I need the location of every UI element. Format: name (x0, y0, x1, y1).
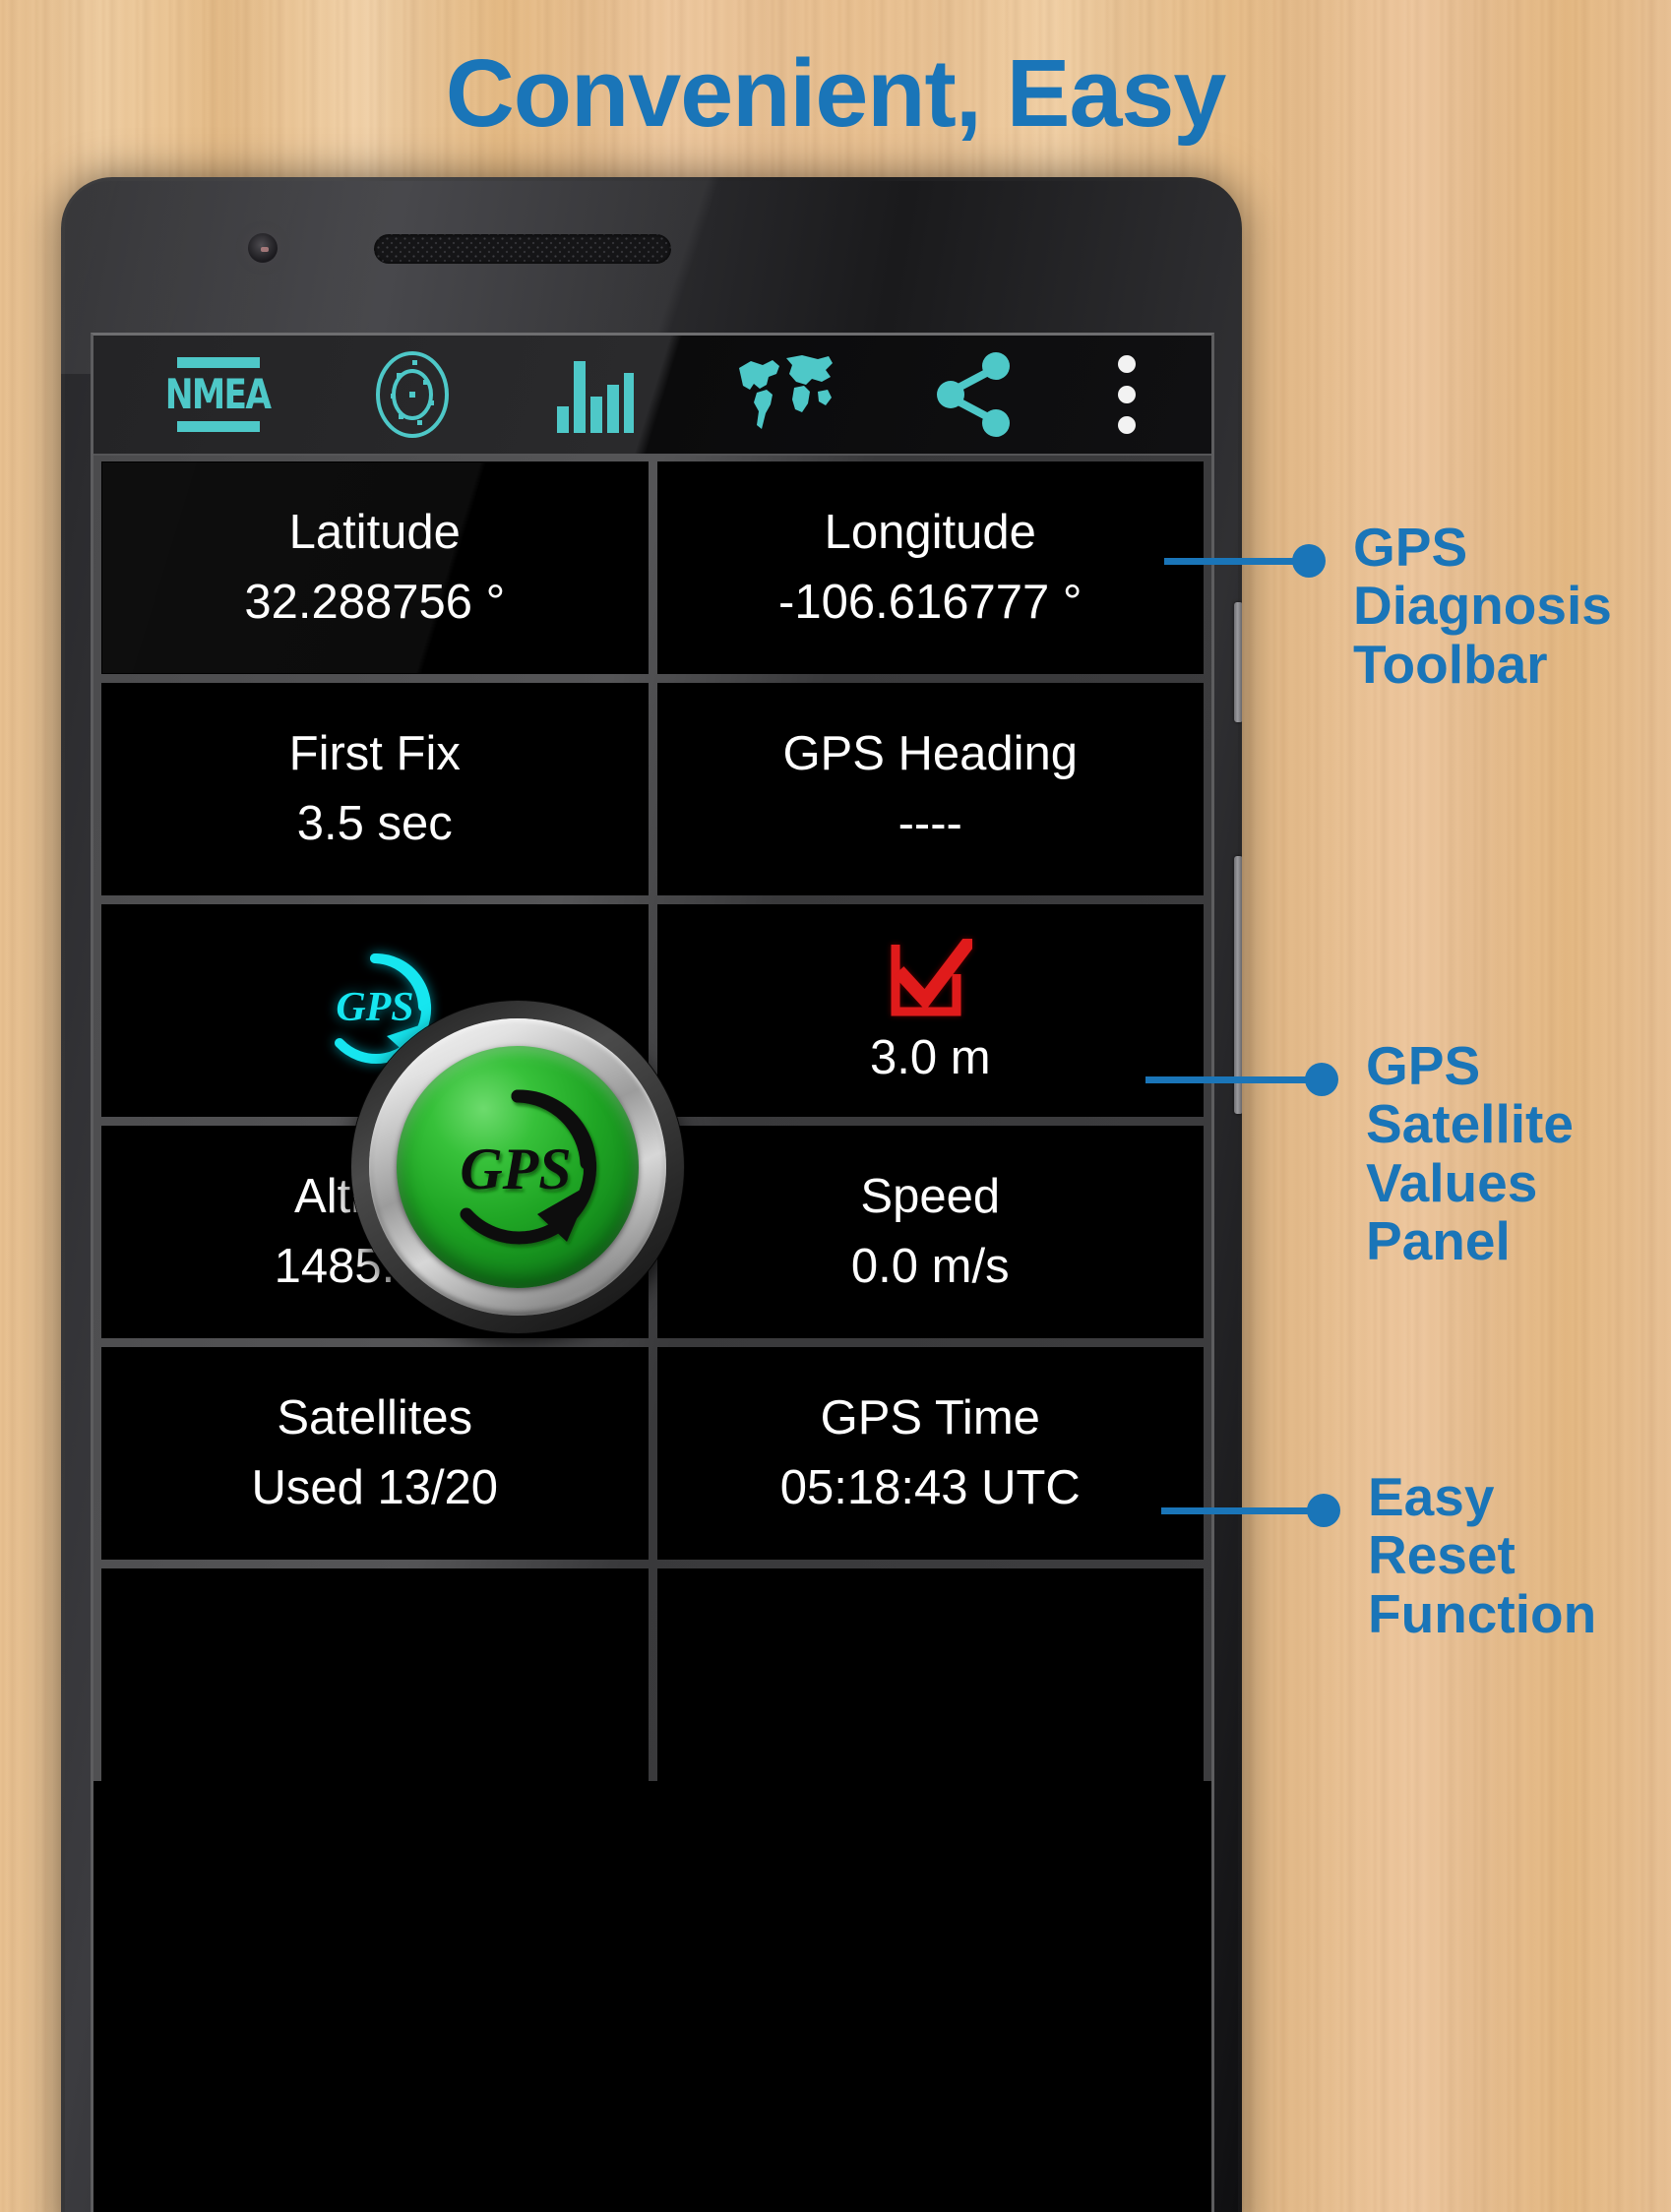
cell-label: GPS Time (820, 1391, 1040, 1444)
cell-latitude[interactable]: Latitude 32.288756 ° (101, 461, 649, 674)
svg-text:GPS: GPS (336, 985, 413, 1030)
accuracy-value: 3.0 m (869, 1031, 991, 1084)
cell-speed[interactable]: Speed 0.0 m/s (656, 1126, 1204, 1338)
nmea-label: NMEA (165, 370, 272, 418)
svg-text:GPS: GPS (460, 1137, 571, 1201)
phone-mockup: NMEA Latitude 32.288756 ° Longitude -106… (61, 177, 1242, 2212)
app-screen: NMEA Latitude 32.288756 ° Longitude -106… (91, 333, 1214, 2212)
cell-value: -106.616777 ° (778, 576, 1083, 629)
callout-dot (1305, 1063, 1338, 1096)
callout-leader-line (1161, 1507, 1317, 1514)
red-checkmark-icon (888, 933, 979, 1024)
toolbar-item-nmea[interactable]: NMEA (165, 343, 273, 446)
cell-value: 05:18:43 UTC (779, 1461, 1081, 1514)
panel-row-partial (101, 1568, 1204, 1781)
reset-button-bezel: GPS (369, 1018, 666, 1316)
toolbar-item-signal[interactable] (555, 343, 634, 446)
toolbar-item-map[interactable] (733, 343, 836, 446)
cell-value: 3.5 sec (296, 797, 453, 850)
cell-label: Speed (860, 1170, 1001, 1223)
panel-row: First Fix 3.5 sec GPS Heading ---- (101, 683, 1204, 895)
callout-dot (1307, 1494, 1340, 1527)
callout-leader-line (1164, 558, 1300, 565)
gps-diagnosis-toolbar: NMEA (93, 336, 1211, 456)
front-camera-icon (248, 233, 278, 263)
share-icon (935, 351, 1016, 438)
callout-text: Easy Reset Function (1368, 1466, 1597, 1644)
satellite-skyview-icon (369, 349, 456, 440)
cell-label: Latitude (288, 506, 461, 559)
cell-label: First Fix (288, 727, 461, 780)
cell-accuracy[interactable]: 3.0 m (656, 904, 1204, 1117)
cell-gps-time[interactable]: GPS Time 05:18:43 UTC (656, 1347, 1204, 1560)
cell-gps-heading[interactable]: GPS Heading ---- (656, 683, 1204, 895)
nmea-rule-bottom (176, 421, 260, 432)
callout-dot (1292, 544, 1326, 578)
callout-text: GPS Diagnosis Toolbar (1353, 517, 1612, 695)
world-map-icon (733, 352, 836, 437)
gps-reset-button[interactable]: GPS (351, 1001, 684, 1333)
panel-row: Latitude 32.288756 ° Longitude -106.6167… (101, 461, 1204, 674)
toolbar-item-sky-view[interactable] (369, 343, 456, 446)
callout-text: GPS Satellite Values Panel (1366, 1035, 1574, 1272)
promo-graphic: Convenient, Easy NMEA Latitude 32.288756… (0, 0, 1671, 2212)
gps-reset-glyph-icon: GPS (460, 1089, 597, 1245)
reset-button-face: GPS (397, 1046, 639, 1288)
earpiece-speaker (374, 234, 671, 264)
cell-next-right[interactable] (656, 1568, 1204, 1781)
cell-next-left[interactable] (101, 1568, 649, 1781)
nmea-rule-top (176, 357, 260, 368)
cell-label: Satellites (277, 1391, 473, 1444)
overflow-menu-icon (1115, 353, 1139, 436)
callout-leader-line (1145, 1076, 1315, 1083)
cell-value: 32.288756 ° (244, 576, 506, 629)
cell-value: ---- (897, 797, 962, 850)
cell-label: Longitude (824, 506, 1036, 559)
volume-button[interactable] (1234, 856, 1242, 1114)
power-button[interactable] (1234, 602, 1242, 722)
cell-first-fix[interactable]: First Fix 3.5 sec (101, 683, 649, 895)
cell-value: 0.0 m/s (850, 1240, 1010, 1293)
toolbar-item-overflow[interactable] (1115, 343, 1139, 446)
cell-value: Used 13/20 (251, 1461, 499, 1514)
page-title: Convenient, Easy (445, 39, 1227, 147)
toolbar-item-share[interactable] (935, 343, 1016, 446)
cell-longitude[interactable]: Longitude -106.616777 ° (656, 461, 1204, 674)
signal-bars-icon (555, 355, 634, 434)
cell-label: GPS Heading (782, 727, 1079, 780)
cell-satellites[interactable]: Satellites Used 13/20 (101, 1347, 649, 1560)
panel-row: Satellites Used 13/20 GPS Time 05:18:43 … (101, 1347, 1204, 1560)
